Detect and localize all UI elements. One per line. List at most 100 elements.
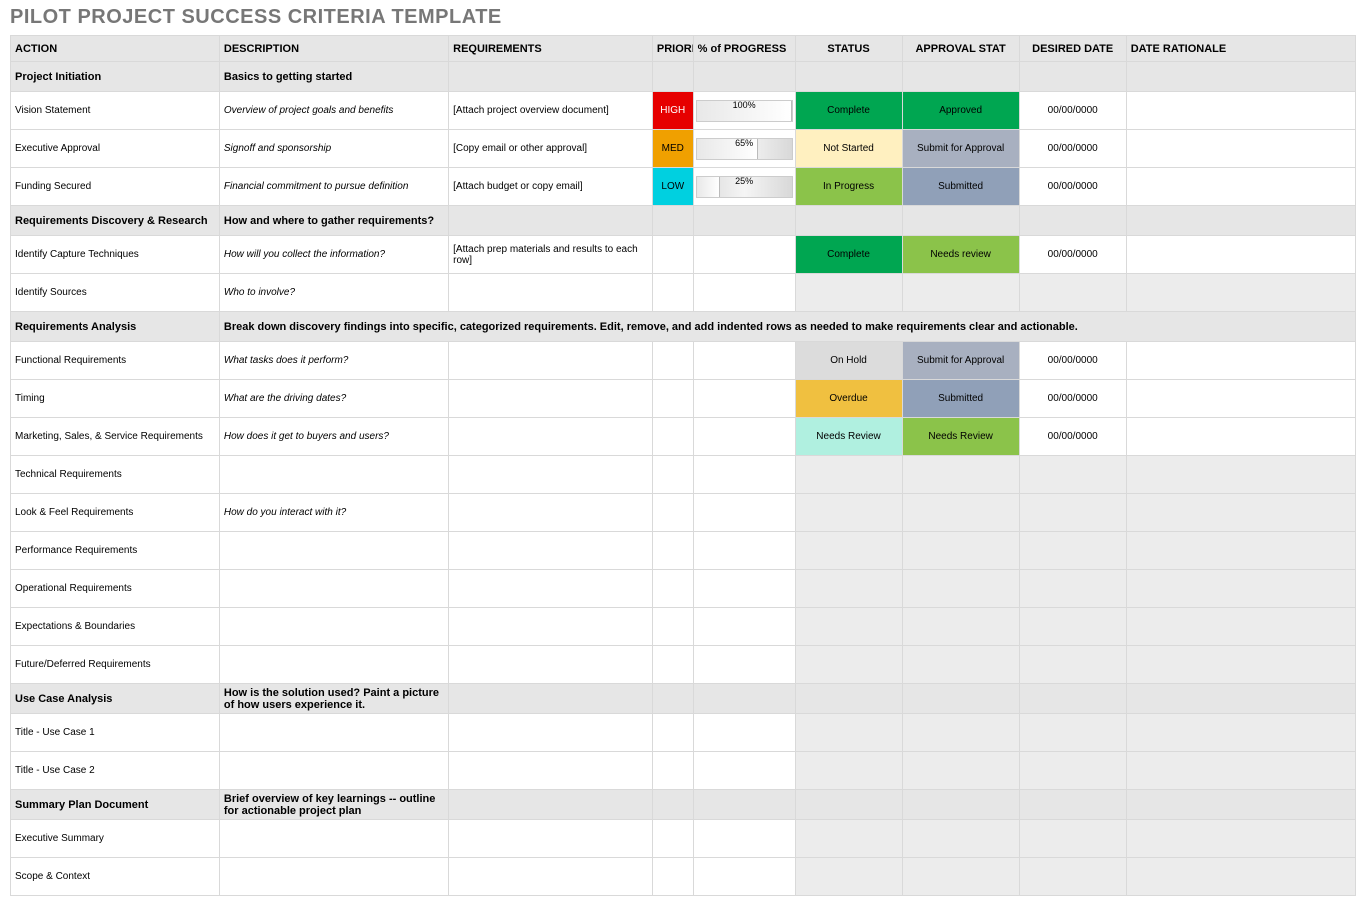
priority-cell[interactable] (652, 570, 693, 608)
requirements-cell[interactable] (449, 494, 653, 532)
rationale-cell[interactable] (1126, 532, 1355, 570)
rationale-cell[interactable] (1126, 130, 1355, 168)
priority-cell[interactable] (652, 752, 693, 790)
action-cell[interactable]: Executive Summary (11, 820, 220, 858)
description-cell[interactable]: What tasks does it perform? (219, 342, 448, 380)
priority-cell[interactable] (652, 342, 693, 380)
approval-cell[interactable] (902, 532, 1019, 570)
approval-cell[interactable]: Approved (902, 92, 1019, 130)
approval-cell[interactable]: Submit for Approval (902, 342, 1019, 380)
progress-cell[interactable] (693, 646, 795, 684)
approval-cell[interactable] (902, 274, 1019, 312)
desired-date-cell[interactable] (1019, 820, 1126, 858)
status-cell[interactable] (795, 532, 902, 570)
status-cell[interactable] (795, 646, 902, 684)
action-cell[interactable]: Functional Requirements (11, 342, 220, 380)
action-cell[interactable]: Title - Use Case 2 (11, 752, 220, 790)
progress-cell[interactable] (693, 532, 795, 570)
rationale-cell[interactable] (1126, 456, 1355, 494)
requirements-cell[interactable]: [Attach prep materials and results to ea… (449, 236, 653, 274)
priority-cell[interactable] (652, 236, 693, 274)
action-cell[interactable]: Timing (11, 380, 220, 418)
desired-date-cell[interactable]: 00/00/0000 (1019, 130, 1126, 168)
progress-cell[interactable] (693, 494, 795, 532)
desired-date-cell[interactable]: 00/00/0000 (1019, 342, 1126, 380)
action-cell[interactable]: Operational Requirements (11, 570, 220, 608)
rationale-cell[interactable] (1126, 380, 1355, 418)
requirements-cell[interactable] (449, 570, 653, 608)
approval-cell[interactable] (902, 608, 1019, 646)
rationale-cell[interactable] (1126, 494, 1355, 532)
desired-date-cell[interactable] (1019, 570, 1126, 608)
status-cell[interactable]: In Progress (795, 168, 902, 206)
description-cell[interactable]: How will you collect the information? (219, 236, 448, 274)
progress-cell[interactable]: 100% (693, 92, 795, 130)
description-cell[interactable] (219, 608, 448, 646)
approval-cell[interactable]: Submitted (902, 168, 1019, 206)
status-cell[interactable] (795, 714, 902, 752)
requirements-cell[interactable] (449, 274, 653, 312)
approval-cell[interactable] (902, 752, 1019, 790)
rationale-cell[interactable] (1126, 752, 1355, 790)
status-cell[interactable]: Overdue (795, 380, 902, 418)
status-cell[interactable] (795, 820, 902, 858)
description-cell[interactable]: How does it get to buyers and users? (219, 418, 448, 456)
priority-cell[interactable] (652, 274, 693, 312)
approval-cell[interactable] (902, 570, 1019, 608)
desired-date-cell[interactable]: 00/00/0000 (1019, 418, 1126, 456)
approval-cell[interactable]: Needs Review (902, 418, 1019, 456)
approval-cell[interactable] (902, 646, 1019, 684)
description-cell[interactable] (219, 820, 448, 858)
priority-cell[interactable]: LOW (652, 168, 693, 206)
rationale-cell[interactable] (1126, 342, 1355, 380)
action-cell[interactable]: Marketing, Sales, & Service Requirements (11, 418, 220, 456)
status-cell[interactable] (795, 570, 902, 608)
rationale-cell[interactable] (1126, 820, 1355, 858)
progress-cell[interactable] (693, 608, 795, 646)
progress-cell[interactable] (693, 570, 795, 608)
rationale-cell[interactable] (1126, 92, 1355, 130)
status-cell[interactable]: On Hold (795, 342, 902, 380)
description-cell[interactable]: What are the driving dates? (219, 380, 448, 418)
requirements-cell[interactable] (449, 380, 653, 418)
rationale-cell[interactable] (1126, 646, 1355, 684)
approval-cell[interactable] (902, 456, 1019, 494)
priority-cell[interactable]: MED (652, 130, 693, 168)
priority-cell[interactable] (652, 456, 693, 494)
desired-date-cell[interactable] (1019, 274, 1126, 312)
description-cell[interactable]: How do you interact with it? (219, 494, 448, 532)
rationale-cell[interactable] (1126, 168, 1355, 206)
desired-date-cell[interactable] (1019, 494, 1126, 532)
desired-date-cell[interactable] (1019, 532, 1126, 570)
action-cell[interactable]: Expectations & Boundaries (11, 608, 220, 646)
action-cell[interactable]: Vision Statement (11, 92, 220, 130)
description-cell[interactable]: Signoff and sponsorship (219, 130, 448, 168)
priority-cell[interactable]: HIGH (652, 92, 693, 130)
approval-cell[interactable] (902, 714, 1019, 752)
desired-date-cell[interactable] (1019, 608, 1126, 646)
requirements-cell[interactable] (449, 714, 653, 752)
requirements-cell[interactable]: [Attach project overview document] (449, 92, 653, 130)
rationale-cell[interactable] (1126, 418, 1355, 456)
desired-date-cell[interactable]: 00/00/0000 (1019, 92, 1126, 130)
requirements-cell[interactable] (449, 608, 653, 646)
status-cell[interactable] (795, 608, 902, 646)
action-cell[interactable]: Look & Feel Requirements (11, 494, 220, 532)
rationale-cell[interactable] (1126, 608, 1355, 646)
requirements-cell[interactable] (449, 418, 653, 456)
priority-cell[interactable] (652, 646, 693, 684)
action-cell[interactable]: Executive Approval (11, 130, 220, 168)
priority-cell[interactable] (652, 532, 693, 570)
rationale-cell[interactable] (1126, 714, 1355, 752)
requirements-cell[interactable]: [Attach budget or copy email] (449, 168, 653, 206)
desired-date-cell[interactable]: 00/00/0000 (1019, 168, 1126, 206)
action-cell[interactable]: Future/Deferred Requirements (11, 646, 220, 684)
desired-date-cell[interactable] (1019, 752, 1126, 790)
requirements-cell[interactable] (449, 646, 653, 684)
priority-cell[interactable] (652, 418, 693, 456)
approval-cell[interactable] (902, 494, 1019, 532)
action-cell[interactable]: Technical Requirements (11, 456, 220, 494)
action-cell[interactable]: Identify Capture Techniques (11, 236, 220, 274)
description-cell[interactable] (219, 570, 448, 608)
description-cell[interactable] (219, 646, 448, 684)
